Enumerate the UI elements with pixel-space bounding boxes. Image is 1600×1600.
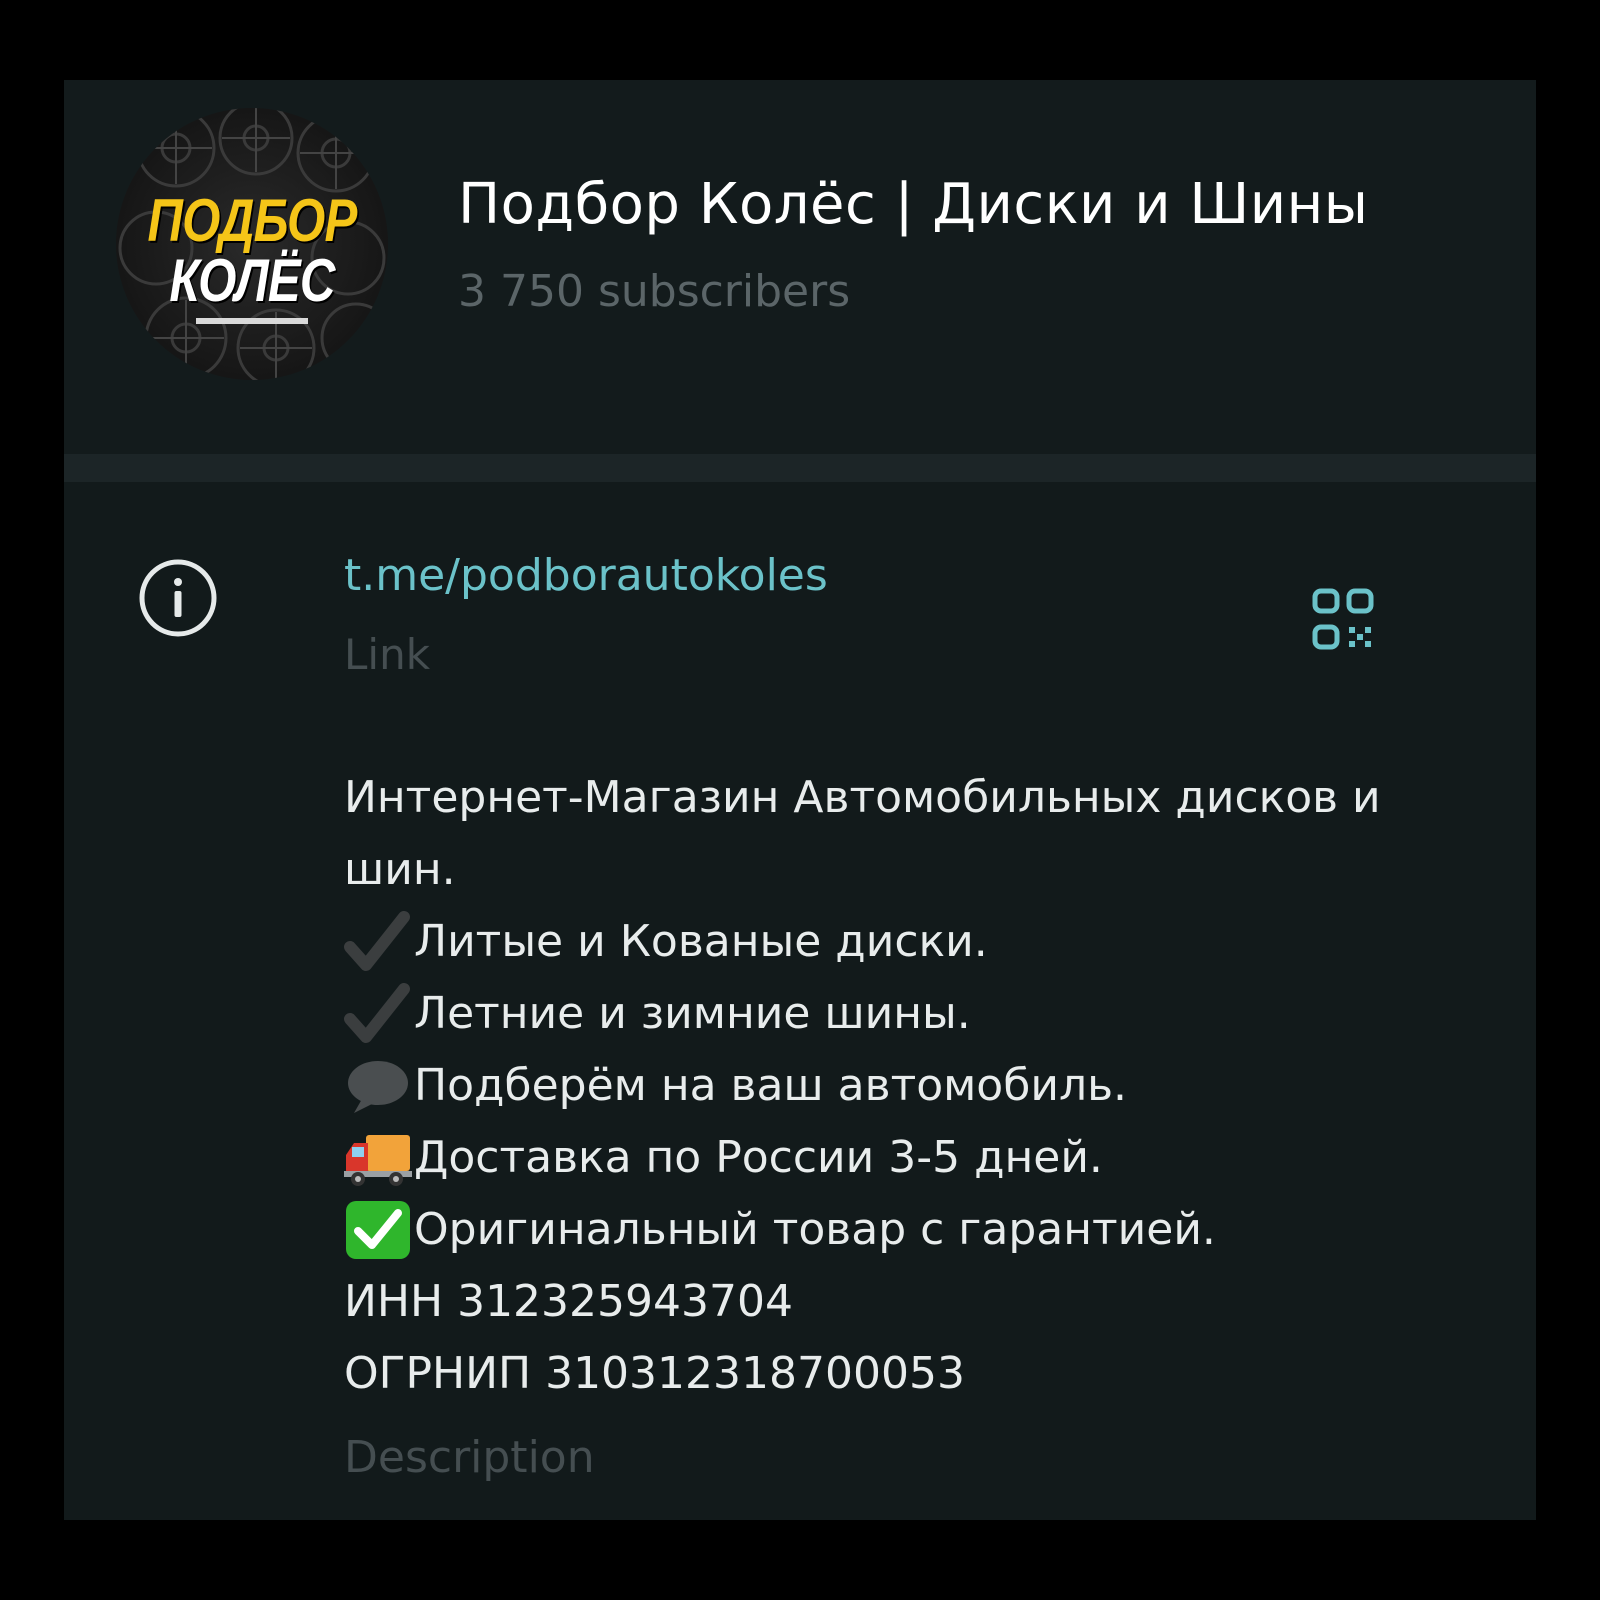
logo-text-podbor: ПОДБОР [147,187,358,254]
logo-tagline-bar [196,318,308,324]
description-label: Description [344,1432,595,1483]
channel-link[interactable]: t.me/podborautokoles [344,550,828,601]
description-text: Подберём на ваш автомобиль. [414,1060,1128,1111]
channel-avatar[interactable]: ПОДБОР КОЛЁС [116,108,388,380]
description-line: шин. [344,834,1454,906]
channel-title: Подбор Колёс | Диски и Шины [458,172,1369,237]
description-text: шин. [344,844,456,895]
check-box-icon [346,1201,410,1259]
description-line: Летние и зимние шины. [344,978,1454,1050]
subscriber-count: 3 750 subscribers [458,266,851,317]
info-icon [139,559,217,637]
description-line: Подберём на ваш автомобиль. [344,1050,1454,1122]
section-divider [64,454,1536,482]
description-text: ИНН 312325943704 [344,1276,794,1327]
logo-text-koles: КОЛЁС [169,247,335,314]
description-line: Литые и Кованые диски. [344,906,1454,978]
channel-info-panel: ПОДБОР КОЛЁС Подбор Колёс | Диски и Шины… [64,80,1536,1520]
description-text: Оригинальный товар с гарантией. [414,1204,1216,1255]
description-line: Интернет-Магазин Автомобильных дисков и [344,762,1454,834]
delivery-truck-icon [344,1135,412,1186]
description-text: Литые и Кованые диски. [414,916,988,967]
description-line: ОГРНИП 310312318700053 [344,1338,1454,1410]
channel-header: ПОДБОР КОЛЁС Подбор Колёс | Диски и Шины… [64,80,1536,454]
description-line: Доставка по России 3-5 дней. [344,1122,1454,1194]
description-text: Летние и зимние шины. [414,988,971,1039]
description-line: Оригинальный товар с гарантией. [344,1194,1454,1266]
check-mark-icon [344,911,410,971]
description-text: Интернет-Магазин Автомобильных дисков и [344,772,1381,823]
description-text: ОГРНИП 310312318700053 [344,1348,965,1399]
link-label: Link [344,630,431,679]
channel-description: Интернет-Магазин Автомобильных дисков и … [344,762,1454,1410]
check-mark-icon [344,983,410,1043]
speech-bubble-icon [348,1061,408,1113]
qr-code-icon[interactable] [1312,588,1374,650]
description-line: ИНН 312325943704 [344,1266,1454,1338]
description-text: Доставка по России 3-5 дней. [414,1132,1103,1183]
